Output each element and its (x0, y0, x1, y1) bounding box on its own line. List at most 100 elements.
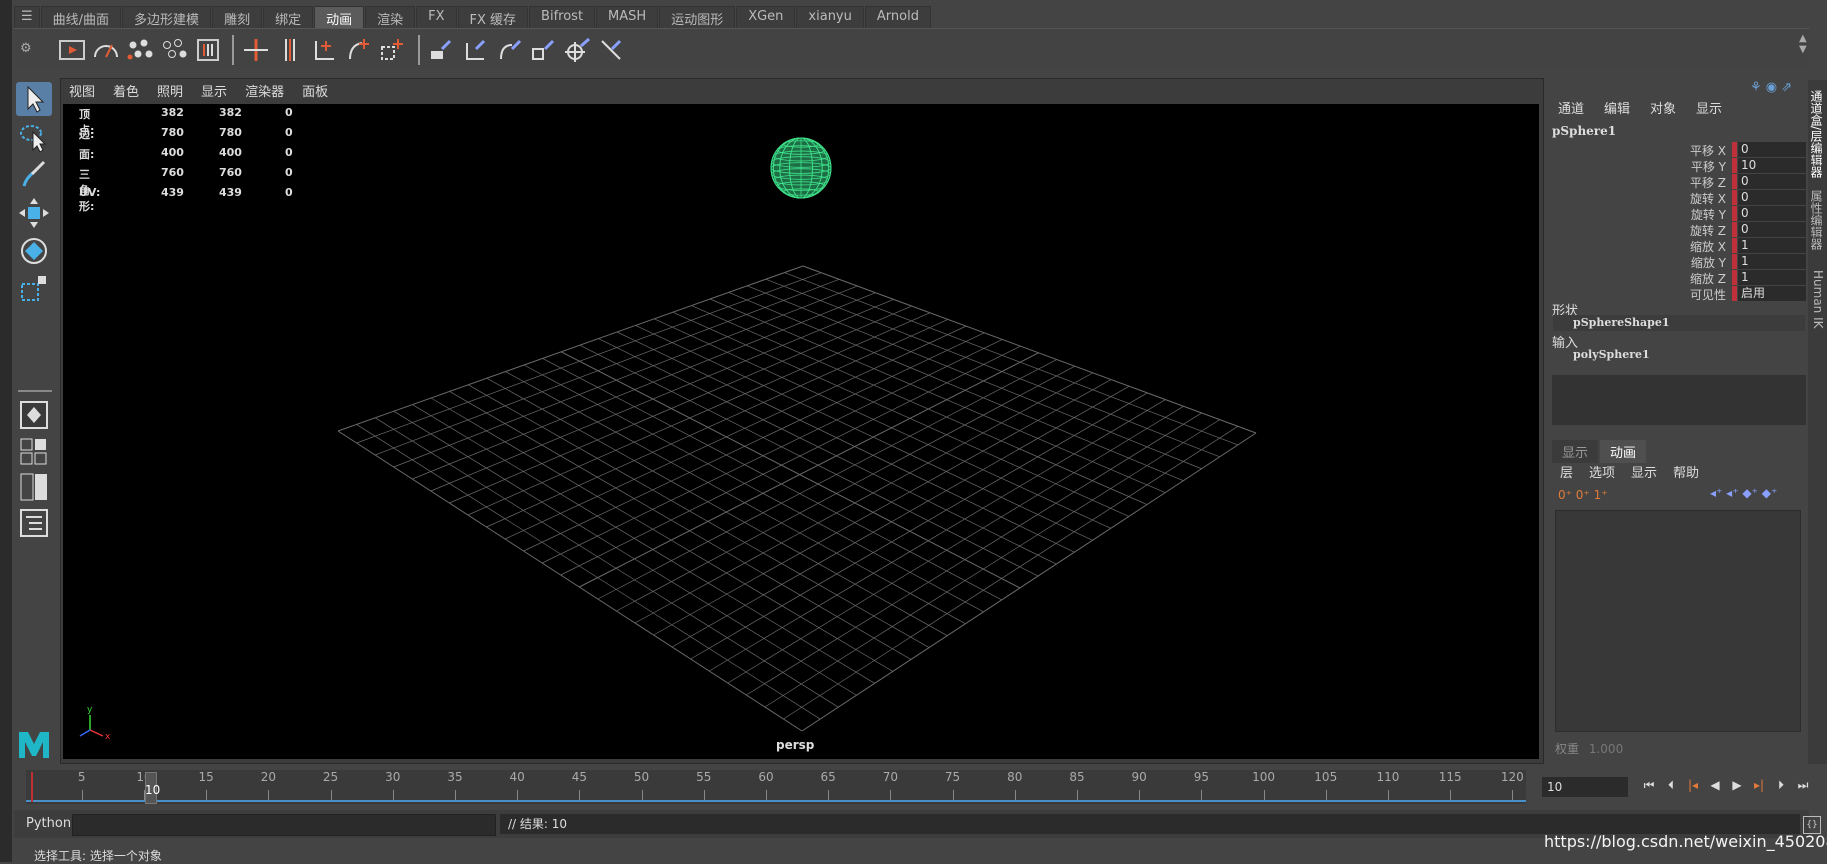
channel-box-toolbar-icons[interactable]: ⚘ ◉ ⇗ (1750, 80, 1792, 95)
script-language-toggle[interactable]: Python (26, 816, 71, 831)
particles-icon[interactable] (126, 37, 154, 63)
layer-move-icons[interactable]: ◂⁺ ◂⁺ ◆⁺ ◆⁺ (1710, 486, 1777, 500)
key-scale-icon[interactable] (378, 37, 406, 63)
four-view-layout-icon[interactable] (16, 434, 52, 468)
shelf-tab-11[interactable]: XGen (736, 6, 796, 28)
constraint-scale-icon[interactable] (530, 37, 558, 63)
psphere1-mesh[interactable] (770, 137, 832, 199)
step-forward-key-icon[interactable]: ▸| (1748, 774, 1770, 796)
single-perspective-view-icon[interactable] (16, 398, 52, 432)
key-translate-icon[interactable] (310, 37, 338, 63)
play-backward-icon[interactable]: ◀ (1704, 774, 1726, 796)
scene-canvas[interactable]: y x (63, 104, 1539, 759)
move-tool-icon[interactable] (16, 196, 52, 230)
step-forward-frame-icon[interactable]: ⏵ (1770, 774, 1792, 796)
channel-row[interactable]: 平移 Z 0 (1552, 174, 1806, 190)
timing-icon[interactable] (92, 37, 120, 63)
side-tab-2[interactable]: Human IK (1810, 270, 1825, 329)
constraint-pole-icon[interactable] (598, 37, 626, 63)
two-view-layout-icon[interactable] (16, 470, 52, 504)
shelf-tab-10[interactable]: 运动图形 (659, 6, 736, 28)
constraint-parent-icon[interactable] (428, 37, 456, 63)
shelf-tab-6[interactable]: FX (416, 6, 457, 28)
bake-icon[interactable] (194, 37, 222, 63)
shelf-tab-12[interactable]: xianyu (796, 6, 864, 28)
select-tool-icon[interactable] (16, 82, 52, 116)
step-back-frame-icon[interactable]: ⏴ (1660, 774, 1682, 796)
layer-menu-item-0[interactable]: 层 (1552, 462, 1581, 481)
panel-menu-item-3[interactable]: 显示 (192, 78, 236, 100)
layer-menu-item-1[interactable]: 选项 (1581, 462, 1623, 481)
shelf-tab-3[interactable]: 绑定 (263, 6, 314, 28)
shape-node[interactable]: pSphereShape1 (1553, 315, 1805, 331)
panel-menu-item-5[interactable]: 面板 (293, 78, 337, 100)
input-node[interactable]: polySphere1 (1553, 347, 1805, 363)
shelf-settings-icon[interactable]: ⚙ (20, 41, 34, 67)
channel-row[interactable]: 缩放 Y 1 (1552, 254, 1806, 270)
constraint-aim-icon[interactable] (564, 37, 592, 63)
go-to-start-icon[interactable]: ⏮ (1638, 774, 1660, 796)
panel-menu-item-4[interactable]: 渲染器 (236, 78, 293, 100)
set-key-icon[interactable] (242, 37, 270, 63)
channel-row[interactable]: 可见性 启用 (1552, 286, 1806, 302)
channel-row[interactable]: 平移 Y 10 (1552, 158, 1806, 174)
time-slider[interactable]: 5 10 15 20 25 30 35 40 45 50 55 60 65 70 75 80 85 90 95 100… (26, 770, 1526, 804)
channel-value-field[interactable]: 0 (1738, 142, 1806, 157)
shelf-menu-icon[interactable]: ☰ (14, 6, 40, 30)
paint-select-icon[interactable] (16, 158, 52, 192)
shelf-tab-1[interactable]: 多边形建模 (122, 6, 212, 28)
layer-tab-1[interactable]: 动画 (1600, 440, 1647, 463)
channel-row[interactable]: 缩放 Z 1 (1552, 270, 1806, 286)
channel-value-field[interactable]: 启用 (1738, 286, 1806, 301)
channel-value-field[interactable]: 1 (1738, 238, 1806, 253)
lasso-tool-icon[interactable] (16, 120, 52, 154)
channel-value-field[interactable]: 1 (1738, 254, 1806, 269)
channel-row[interactable]: 旋转 X 0 (1552, 190, 1806, 206)
channel-row[interactable]: 旋转 Y 0 (1552, 206, 1806, 222)
layer-list[interactable] (1555, 510, 1801, 732)
channel-value-field[interactable]: 0 (1738, 190, 1806, 205)
side-tab-1[interactable]: 属性编辑器 (1809, 190, 1825, 250)
rotate-tool-icon[interactable] (16, 234, 52, 268)
scale-tool-icon[interactable] (16, 272, 52, 306)
layer-create-icons[interactable]: 0⁺ 0⁺ 1⁺ (1558, 488, 1608, 502)
command-input[interactable] (72, 814, 496, 836)
playblast-icon[interactable] (58, 37, 86, 63)
channel-box-menu-item-0[interactable]: 通道 (1548, 98, 1594, 117)
channel-box-menu-item-1[interactable]: 编辑 (1594, 98, 1640, 117)
ghost-icon[interactable] (160, 37, 188, 63)
panel-menu-item-1[interactable]: 着色 (104, 78, 148, 100)
layer-menu-item-3[interactable]: 帮助 (1665, 462, 1707, 481)
channel-row[interactable]: 旋转 Z 0 (1552, 222, 1806, 238)
selected-object-name[interactable]: pSphere1 (1552, 124, 1616, 138)
current-frame-field[interactable]: 10 (1542, 777, 1628, 797)
panel-menu-item-2[interactable]: 照明 (148, 78, 192, 100)
maya-logo-icon[interactable] (16, 728, 52, 762)
outliner-layout-icon[interactable] (16, 506, 52, 540)
layer-tab-0[interactable]: 显示 (1552, 440, 1599, 463)
play-forward-icon[interactable]: ▶ (1726, 774, 1748, 796)
shelf-tab-7[interactable]: FX 缓存 (457, 6, 529, 28)
channel-row[interactable]: 缩放 X 1 (1552, 238, 1806, 254)
shelf-tab-5[interactable]: 渲染 (365, 6, 416, 28)
channel-value-field[interactable]: 10 (1738, 158, 1806, 173)
shelf-tab-0[interactable]: 曲线/曲面 (40, 6, 122, 28)
go-to-end-icon[interactable]: ⏭ (1792, 774, 1814, 796)
panel-menu-item-0[interactable]: 视图 (60, 78, 104, 100)
layer-menu-item-2[interactable]: 显示 (1623, 462, 1665, 481)
key-rotate-icon[interactable] (344, 37, 372, 63)
channel-value-field[interactable]: 0 (1738, 206, 1806, 221)
channel-value-field[interactable]: 0 (1738, 174, 1806, 189)
channel-value-field[interactable]: 1 (1738, 270, 1806, 285)
current-time-indicator[interactable]: 10 (145, 772, 160, 804)
shelf-tab-4[interactable]: 动画 (314, 6, 365, 28)
channel-box-menu-item-2[interactable]: 对象 (1640, 98, 1686, 117)
channel-box-menu-item-3[interactable]: 显示 (1686, 98, 1732, 117)
shelf-tab-13[interactable]: Arnold (864, 6, 931, 28)
constraint-point-icon[interactable] (462, 37, 490, 63)
breakdown-key-icon[interactable] (276, 37, 304, 63)
weight-value[interactable]: 1.000 (1589, 742, 1623, 756)
constraint-orient-icon[interactable] (496, 37, 524, 63)
shelf-tab-2[interactable]: 雕刻 (212, 6, 263, 28)
channel-row[interactable]: 平移 X 0 (1552, 142, 1806, 158)
